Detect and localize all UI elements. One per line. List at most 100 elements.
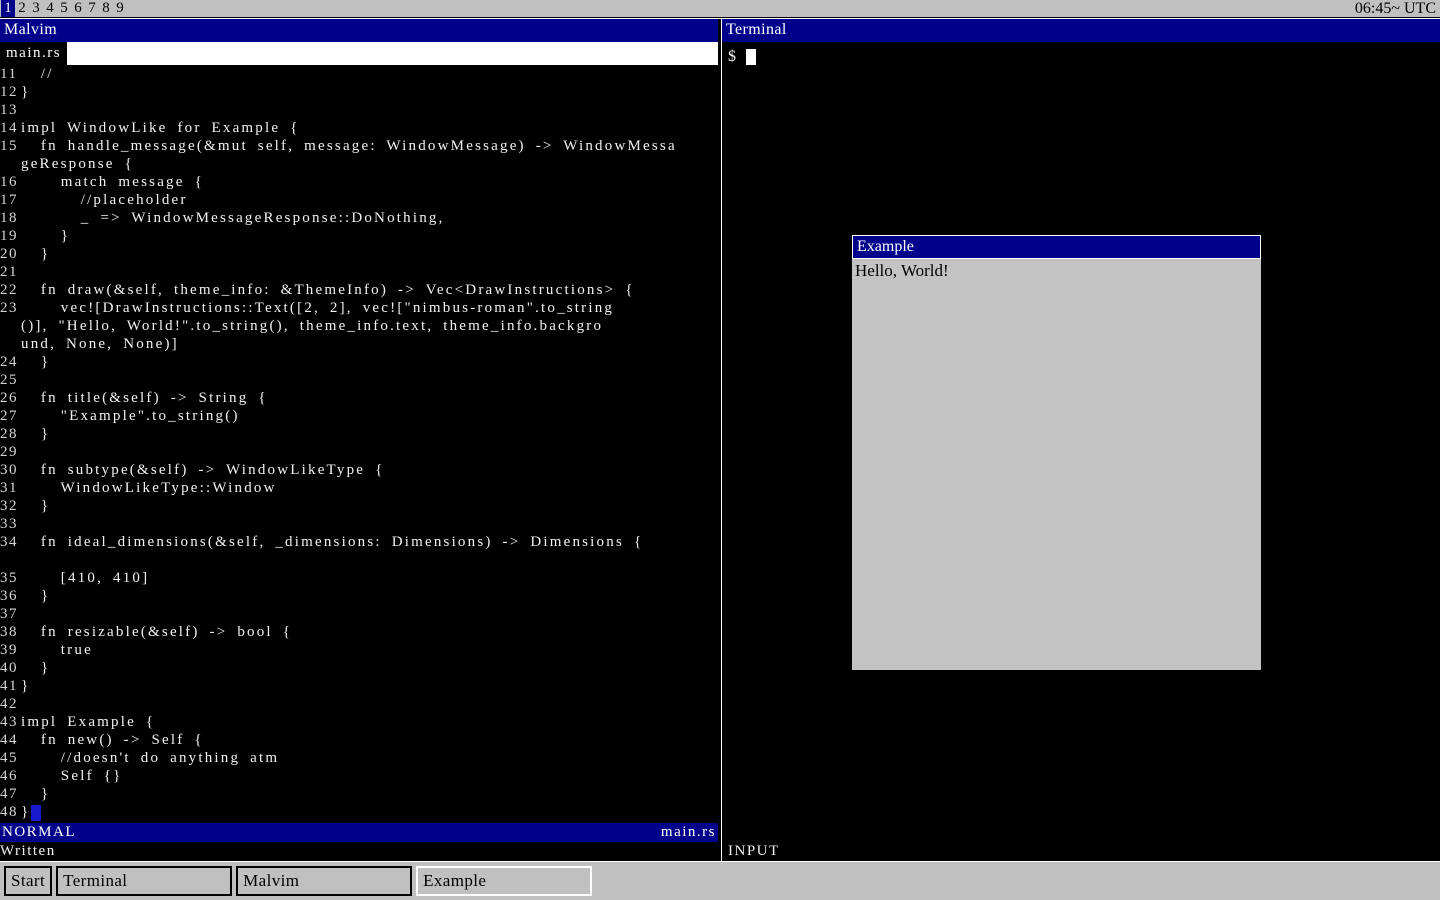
line-text: fn new() -> Self { <box>21 732 204 748</box>
workspace-9[interactable]: 9 <box>113 0 127 17</box>
code-line: 37 <box>0 606 718 624</box>
line-number: 30 <box>0 462 21 479</box>
line-text: true <box>21 642 93 658</box>
line-number: 42 <box>0 696 21 713</box>
start-button[interactable]: Start <box>4 866 52 896</box>
line-text: match message { <box>21 174 204 190</box>
line-number: 37 <box>0 606 21 623</box>
line-text: //placeholder <box>21 192 188 208</box>
line-number: 19 <box>0 228 21 245</box>
line-number: 28 <box>0 426 21 443</box>
malvim-tabbar: main.rs <box>0 42 718 65</box>
terminal-status: INPUT <box>722 842 1440 861</box>
workspace-list: 123456789 <box>0 0 127 17</box>
example-titlebar[interactable]: Example <box>852 235 1261 259</box>
code-line: 20 } <box>0 246 718 264</box>
workspace-6[interactable]: 6 <box>71 0 85 17</box>
line-text: Self {} <box>21 768 123 784</box>
line-number: 44 <box>0 732 21 749</box>
code-line <box>0 552 718 570</box>
line-text: fn resizable(&self) -> bool { <box>21 624 292 640</box>
line-text: } <box>21 588 50 604</box>
code-line: 22 fn draw(&self, theme_info: &ThemeInfo… <box>0 282 718 300</box>
workspace-2[interactable]: 2 <box>15 0 29 17</box>
workspace-4[interactable]: 4 <box>43 0 57 17</box>
line-number: 16 <box>0 174 21 191</box>
line-text: fn title(&self) -> String { <box>21 390 268 406</box>
line-number: 38 <box>0 624 21 641</box>
code-line: 26 fn title(&self) -> String { <box>0 390 718 408</box>
malvim-window: Malvim main.rs 11 //12}1314impl WindowLi… <box>0 19 718 861</box>
line-text: } <box>21 678 30 694</box>
line-number: 45 <box>0 750 21 767</box>
code-line: 47 } <box>0 786 718 804</box>
line-number: 27 <box>0 408 21 425</box>
line-text: } <box>21 498 50 514</box>
line-number: 43 <box>0 714 21 731</box>
taskbar-button-example[interactable]: Example <box>416 866 592 896</box>
line-text: //doesn't do anything atm <box>21 750 279 766</box>
line-number: 39 <box>0 642 21 659</box>
line-number: 12 <box>0 84 21 101</box>
desktop: 123456789 06:45~ UTC Malvim main.rs 11 /… <box>0 0 1440 900</box>
vim-statusbar: NORMAL main.rs <box>0 823 718 842</box>
line-number: 18 <box>0 210 21 227</box>
taskbar-button-terminal[interactable]: Terminal <box>56 866 232 896</box>
line-number: 47 <box>0 786 21 803</box>
line-number: 15 <box>0 138 21 155</box>
line-number: 29 <box>0 444 21 461</box>
code-line: 35 [410, 410] <box>0 570 718 588</box>
line-number: 25 <box>0 372 21 389</box>
line-text: } <box>21 246 50 262</box>
line-text: } <box>21 804 30 820</box>
line-number: 41 <box>0 678 21 695</box>
code-line: 30 fn subtype(&self) -> WindowLikeType { <box>0 462 718 480</box>
terminal-cursor <box>746 49 756 65</box>
tab-main-rs[interactable]: main.rs <box>0 42 67 65</box>
code-line: 32 } <box>0 498 718 516</box>
code-line: 11 // <box>0 66 718 84</box>
workspace-3[interactable]: 3 <box>29 0 43 17</box>
code-line: 27 "Example".to_string() <box>0 408 718 426</box>
line-number: 13 <box>0 102 21 119</box>
code-line: 28 } <box>0 426 718 444</box>
vim-mode: NORMAL <box>2 824 76 841</box>
line-text: } <box>21 786 50 802</box>
workspace-7[interactable]: 7 <box>85 0 99 17</box>
terminal-titlebar[interactable]: Terminal <box>722 19 1440 42</box>
line-number: 33 <box>0 516 21 533</box>
code-line: 45 //doesn't do anything atm <box>0 750 718 768</box>
code-line: und, None, None)] <box>0 336 718 354</box>
code-line: 41} <box>0 678 718 696</box>
line-number: 20 <box>0 246 21 263</box>
line-text: } <box>21 426 50 442</box>
line-number: 17 <box>0 192 21 209</box>
line-text: } <box>21 354 50 370</box>
code-line: 13 <box>0 102 718 120</box>
code-line: 48} <box>0 804 718 822</box>
line-number: 23 <box>0 300 21 317</box>
workspace-5[interactable]: 5 <box>57 0 71 17</box>
taskbar-button-malvim[interactable]: Malvim <box>236 866 412 896</box>
code-line: 25 <box>0 372 718 390</box>
workspace-8[interactable]: 8 <box>99 0 113 17</box>
taskbar-window-buttons: TerminalMalvimExample <box>56 866 596 896</box>
line-text: fn ideal_dimensions(&self, _dimensions: … <box>21 534 643 550</box>
malvim-titlebar[interactable]: Malvim <box>0 19 718 42</box>
line-number: 24 <box>0 354 21 371</box>
workspace-1[interactable]: 1 <box>1 0 15 17</box>
editor-content[interactable]: 11 //12}1314impl WindowLike for Example … <box>0 65 718 823</box>
line-number: 32 <box>0 498 21 515</box>
line-text: } <box>21 228 70 244</box>
vim-message: Written <box>0 842 718 861</box>
line-number: 22 <box>0 282 21 299</box>
line-number: 26 <box>0 390 21 407</box>
line-text: fn subtype(&self) -> WindowLikeType { <box>21 462 384 478</box>
editor-cursor <box>31 805 41 821</box>
line-number: 11 <box>0 66 21 83</box>
code-line: 42 <box>0 696 718 714</box>
code-line: 40 } <box>0 660 718 678</box>
example-body-text: Hello, World! <box>855 261 949 280</box>
line-text: } <box>21 660 50 676</box>
line-text: _ => WindowMessageResponse::DoNothing, <box>21 210 445 226</box>
